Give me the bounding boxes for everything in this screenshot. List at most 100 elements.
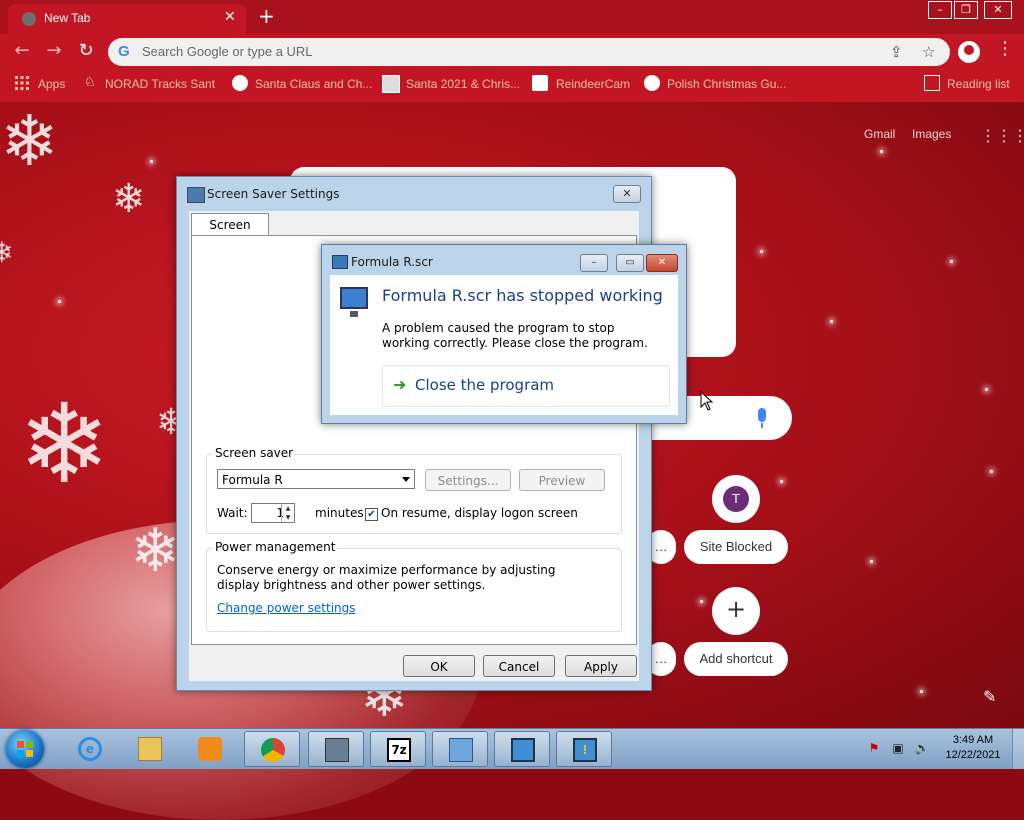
maximize-button[interactable]: ▭ (616, 254, 644, 272)
taskbar-media-player[interactable] (182, 731, 238, 767)
error-heading: Formula R.scr has stopped working (382, 286, 663, 305)
google-g-icon: G (118, 43, 130, 60)
add-shortcut-button[interactable]: Add shortcut (684, 642, 788, 676)
program-stopped-dialog: Formula R.scr – ▭ ✕ Formula R.scr has st… (321, 244, 687, 424)
tab-close-icon[interactable]: ✕ (224, 9, 236, 25)
show-desktop-button[interactable] (1012, 729, 1024, 769)
clock-time: 3:49 AM (952, 734, 994, 746)
logon-checkbox[interactable]: ✔ (365, 508, 378, 521)
screen-saver-select[interactable]: Formula R (217, 469, 415, 489)
taskbar-internet-explorer[interactable]: e (62, 731, 118, 767)
folder-icon (138, 737, 162, 761)
globe-icon (644, 75, 660, 91)
close-button[interactable]: ✕ (646, 254, 678, 272)
settings-button[interactable]: Settings... (425, 469, 511, 491)
bookmark-santa-claus[interactable]: Santa Claus and Ch... (255, 77, 372, 91)
taskbar-file-explorer[interactable] (122, 731, 178, 767)
bookmark-reindeercam[interactable]: ReindeerCam (556, 77, 630, 91)
network-icon[interactable]: ▣ (890, 741, 906, 757)
chevron-down-icon (402, 477, 410, 482)
control-panel-icon (449, 738, 473, 762)
google-apps-icon[interactable]: ⋮⋮⋮ (980, 126, 1024, 145)
ok-button[interactable]: OK (403, 655, 475, 677)
computer-icon (325, 738, 349, 762)
taskbar-chrome[interactable] (244, 731, 300, 767)
group-label: Power management (213, 540, 338, 554)
bookmark-polish-christmas[interactable]: Polish Christmas Gu... (667, 77, 786, 91)
taskbar-screen-saver[interactable] (494, 731, 550, 767)
globe-icon (232, 75, 248, 91)
tab-title: New Tab (44, 11, 91, 25)
close-the-program-label: Close the program (415, 376, 555, 394)
images-link[interactable]: Images (912, 127, 951, 141)
cancel-button[interactable]: Cancel (483, 655, 555, 677)
shortcut-initial: T (723, 486, 749, 512)
logon-label: On resume, display logon screen (381, 506, 578, 520)
minimize-button[interactable]: – (928, 1, 952, 19)
santa-site-icon (382, 75, 400, 93)
wait-minutes-stepper[interactable]: 1 ▲ ▼ (251, 503, 295, 523)
snowflake-icon: ❄ (112, 176, 146, 222)
screen-saver-group: Screen saver Formula R Settings... Previ… (206, 446, 622, 534)
close-window-button[interactable]: ✕ (984, 1, 1012, 19)
customize-pencil-icon[interactable]: ✎ (983, 687, 996, 706)
group-label: Screen saver (213, 446, 296, 460)
wait-label: Wait: (217, 506, 248, 520)
forward-icon[interactable]: → (42, 40, 66, 61)
taskbar-control-panel[interactable] (432, 731, 488, 767)
apply-button[interactable]: Apply (565, 655, 637, 677)
apps-grid-icon (15, 76, 29, 90)
power-management-group: Power management Conserve energy or maxi… (206, 540, 622, 632)
share-icon[interactable]: ⇪ (890, 43, 903, 61)
reading-list-icon (924, 75, 940, 91)
taskbar-action-center[interactable]: ! (556, 731, 612, 767)
taskbar-7zip[interactable]: 7z (370, 731, 426, 767)
chrome-menu-icon[interactable]: ⋮ (996, 38, 1014, 59)
preview-button[interactable]: Preview (519, 469, 605, 491)
media-player-icon (198, 737, 222, 761)
voice-search-icon[interactable] (758, 408, 766, 428)
profile-avatar-icon[interactable] (958, 41, 980, 63)
start-button[interactable] (6, 730, 44, 768)
minimize-button[interactable]: – (580, 254, 608, 272)
bookmark-santa-2021[interactable]: Santa 2021 & Chris... (406, 77, 520, 91)
system-clock[interactable]: 3:49 AM 12/22/2021 (940, 733, 1006, 763)
plus-icon: + (725, 595, 747, 623)
minutes-label: minutes (315, 506, 364, 520)
bookmark-apps[interactable]: Apps (38, 77, 65, 91)
shortcut-site-blocked-icon[interactable]: T (712, 475, 760, 523)
change-power-settings-link[interactable]: Change power settings (217, 601, 356, 615)
address-bar[interactable]: G Search Google or type a URL ⇪ ☆ (108, 38, 950, 66)
green-arrow-icon: ➜ (393, 375, 407, 394)
tab-screen-saver[interactable]: Screen Saver (191, 213, 269, 254)
new-tab-button[interactable]: + (258, 4, 275, 28)
volume-icon[interactable]: 🔈 (914, 741, 930, 757)
taskbar-computer[interactable] (308, 731, 364, 767)
screen-saver-icon (511, 738, 535, 762)
wait-value: 1 (276, 506, 284, 520)
bookmark-star-icon[interactable]: ☆ (922, 43, 935, 61)
bookmark-reading-list[interactable]: Reading list (947, 77, 1017, 91)
dialog-close-button[interactable]: ✕ (613, 185, 641, 203)
close-the-program-button[interactable]: ➜ Close the program (382, 365, 670, 407)
clock-date: 12/22/2021 (945, 749, 1001, 761)
snowflake-icon: ❄ (0, 100, 59, 182)
restore-button[interactable]: ❐ (954, 1, 978, 19)
add-shortcut-icon[interactable]: + (712, 587, 760, 635)
action-center-flag-icon[interactable]: ⚑ (866, 741, 882, 757)
stepper-arrows-icon[interactable]: ▲ ▼ (281, 504, 294, 522)
error-dialog-title: Formula R.scr (351, 255, 433, 269)
screen-saver-window-icon (187, 187, 205, 203)
tab-new-tab[interactable]: New Tab ✕ (8, 4, 246, 34)
tab-strip: New Tab ✕ + – ❐ ✕ (0, 0, 1024, 34)
snowflake-icon: ❄ (130, 516, 181, 586)
bookmark-norad[interactable]: NORAD Tracks Santa (105, 77, 215, 91)
back-icon[interactable]: ← (10, 40, 34, 61)
gmail-link[interactable]: Gmail (864, 127, 895, 141)
shortcut-site-blocked[interactable]: Site Blocked (684, 530, 788, 564)
error-message: A problem caused the program to stop wor… (382, 321, 648, 350)
dialog-title: Screen Saver Settings (207, 187, 340, 201)
norad-icon: ♘ (84, 75, 96, 90)
tab-favicon-icon (22, 12, 36, 26)
reload-icon[interactable]: ↻ (74, 40, 98, 61)
